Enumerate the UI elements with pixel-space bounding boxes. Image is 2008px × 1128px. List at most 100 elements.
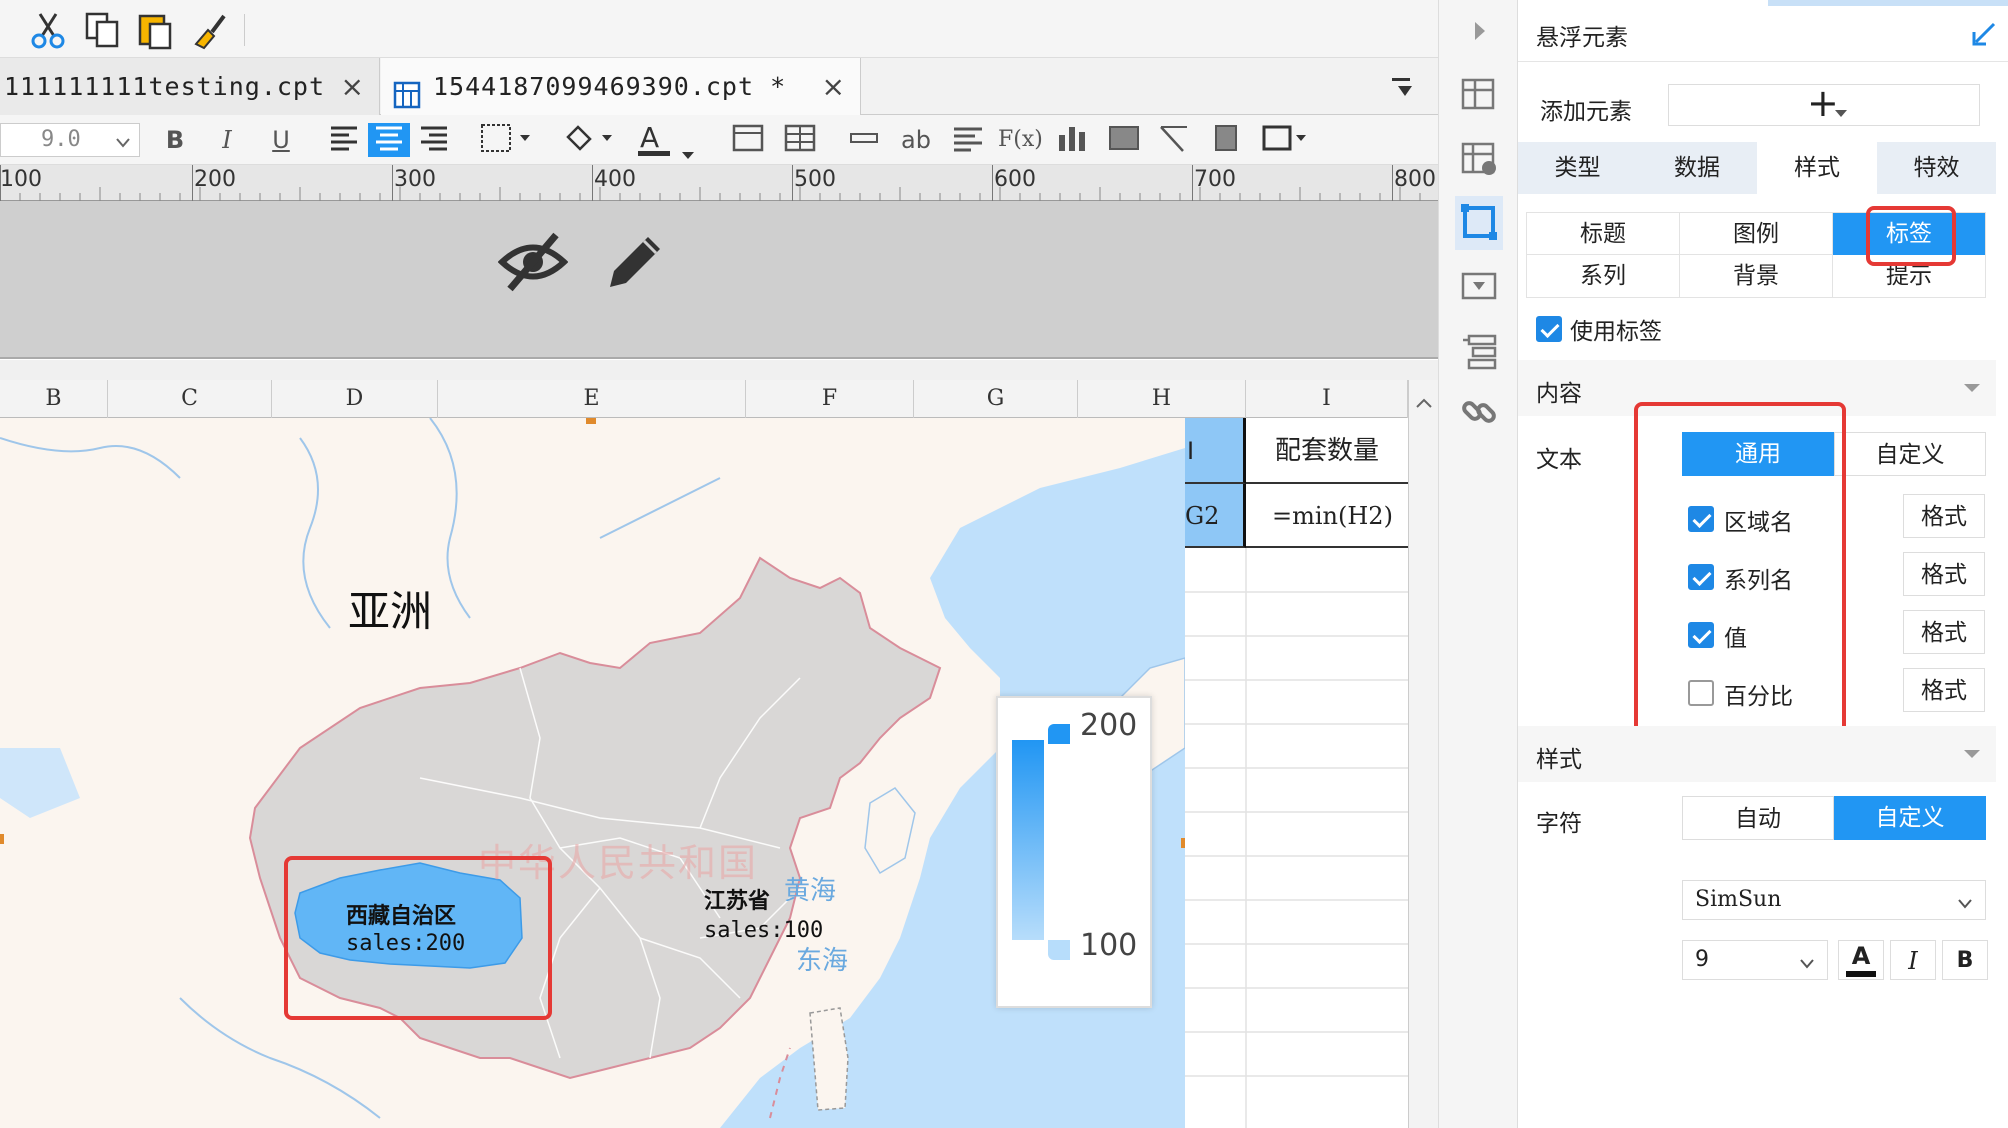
tab-menu-icon[interactable] [1390, 74, 1416, 100]
cut-icon[interactable] [28, 10, 68, 50]
text-mode-custom[interactable]: 自定义 [1834, 432, 1986, 476]
chevron-right-icon[interactable] [1459, 16, 1499, 56]
paste-icon[interactable] [136, 10, 176, 50]
hierarchy-icon[interactable] [1459, 330, 1499, 370]
main-tabs: 类型 数据 样式 特效 [1518, 142, 1996, 194]
subreport-icon[interactable] [1206, 123, 1246, 157]
add-element-button[interactable]: + [1668, 81, 1980, 126]
tab-type[interactable]: 类型 [1518, 146, 1637, 190]
close-icon[interactable]: × [822, 58, 846, 115]
font-color-button[interactable]: A [1838, 940, 1884, 980]
align-left-icon[interactable] [324, 123, 364, 157]
font-family-value: SimSun [1695, 887, 1782, 912]
italic-button[interactable]: I [1890, 940, 1936, 980]
tab-effect[interactable]: 特效 [1877, 146, 1996, 190]
cell-i1[interactable]: 配套数量 [1246, 418, 1408, 484]
resize-handle[interactable] [0, 834, 4, 844]
highlight-box-content [1634, 402, 1846, 738]
panel-title: 悬浮元素 [1536, 25, 1628, 51]
column-header-e[interactable]: E [438, 380, 746, 418]
close-icon[interactable]: × [341, 58, 365, 115]
font-size-select[interactable]: 9.0 [0, 123, 140, 157]
image-icon[interactable] [1104, 123, 1144, 157]
format-button[interactable]: 格式 [1903, 494, 1985, 538]
edit-pencil-icon[interactable] [602, 229, 668, 295]
format-brush-icon[interactable] [190, 10, 230, 50]
panel-progress-strip [1768, 0, 2008, 6]
style-section-header[interactable]: 样式 [1518, 726, 1996, 782]
sub-tab-legend[interactable]: 图例 [1680, 213, 1833, 255]
float-element-icon[interactable] [1455, 196, 1503, 250]
legend-handle-top[interactable] [1048, 724, 1070, 744]
chart-icon[interactable] [1052, 123, 1092, 157]
column-header-g[interactable]: G [914, 380, 1078, 418]
cell-h1[interactable]: I [1185, 418, 1246, 484]
font-size-select[interactable]: 9 [1682, 940, 1828, 980]
underline-button[interactable]: U [266, 123, 296, 157]
bold-button[interactable]: B [1942, 940, 1988, 980]
bold-button[interactable]: B [160, 123, 190, 157]
richtext-icon[interactable] [948, 123, 988, 157]
map-chart[interactable]: 亚洲 中华人民共和国 黄海 东海 西藏自治区 sales:200 江苏省 sal… [0, 418, 1185, 1128]
tab-cpt[interactable]: 1544187099469390.cpt * × [381, 58, 861, 115]
widget-icon[interactable] [1459, 266, 1499, 306]
column-header-b[interactable]: B [0, 380, 108, 418]
report-file-icon [393, 72, 421, 109]
collapse-arrow-icon[interactable] [1972, 20, 1998, 50]
cell-border-icon[interactable] [1258, 123, 1314, 157]
formula-button[interactable]: F(x) [998, 123, 1043, 157]
tab-testing[interactable]: 111111111testing.cpt × [0, 58, 380, 115]
use-label-checkbox[interactable] [1536, 316, 1562, 342]
legend-min-value: 100 [1080, 928, 1138, 963]
align-center-icon[interactable] [368, 123, 410, 157]
merge-cell-icon[interactable] [728, 123, 768, 157]
column-header-d[interactable]: D [272, 380, 438, 418]
column-header-c[interactable]: C [108, 380, 272, 418]
column-header-h[interactable]: H [1078, 380, 1246, 418]
column-header-i[interactable]: I [1246, 380, 1408, 418]
tab-style[interactable]: 样式 [1757, 142, 1877, 194]
sub-tab-title[interactable]: 标题 [1527, 213, 1680, 255]
cell-i2[interactable]: =min(H2) [1246, 484, 1408, 548]
legend-handle-bottom[interactable] [1048, 940, 1070, 960]
font-color-letter: A [640, 121, 660, 154]
format-button[interactable]: 格式 [1903, 610, 1985, 654]
chevron-up-icon[interactable] [1415, 394, 1433, 413]
vertical-scrollbar[interactable] [1408, 380, 1438, 1128]
resize-handle[interactable] [586, 418, 596, 424]
range-legend[interactable]: 200 100 [996, 696, 1152, 1008]
hide-eye-icon[interactable] [497, 229, 569, 295]
style-section-title: 样式 [1536, 747, 1582, 773]
font-color-swatch [1846, 971, 1876, 977]
ruler-label: 600 [994, 167, 1036, 192]
column-header-f[interactable]: F [746, 380, 914, 418]
slash-icon[interactable] [1154, 123, 1194, 157]
italic-button[interactable]: I [212, 123, 242, 157]
format-button[interactable]: 格式 [1903, 668, 1985, 712]
copy-icon[interactable] [82, 10, 122, 50]
format-button[interactable]: 格式 [1903, 552, 1985, 596]
chevron-down-icon [115, 134, 131, 153]
split-cell-icon[interactable] [780, 123, 820, 157]
align-right-icon[interactable] [414, 123, 454, 157]
char-mode-auto[interactable]: 自动 [1682, 796, 1834, 840]
sub-tab-series[interactable]: 系列 [1527, 255, 1680, 297]
font-family-select[interactable]: SimSun [1682, 880, 1986, 920]
property-panel: 悬浮元素 添加元素 + 类型 数据 样式 特效 标题 图例 标签 系列 背景 提… [1518, 0, 2008, 1128]
main-toolbar [0, 0, 1438, 58]
font-color-button[interactable]: A [634, 121, 700, 159]
fill-color-icon[interactable] [560, 123, 620, 157]
cell-attr-icon[interactable] [1459, 74, 1499, 114]
tab-data[interactable]: 数据 [1637, 146, 1757, 190]
cell-h2[interactable]: G2 [1185, 484, 1246, 548]
tab-label: 1544187099469390.cpt * [433, 72, 787, 101]
sub-tab-background[interactable]: 背景 [1680, 255, 1833, 297]
link-icon[interactable] [1459, 392, 1499, 432]
text-ab-button[interactable]: ab [896, 123, 936, 157]
content-section-title: 内容 [1536, 381, 1582, 407]
cell-element-icon[interactable] [1459, 138, 1499, 178]
floating-element-header [0, 201, 1438, 359]
border-icon[interactable] [478, 123, 538, 157]
text-field-icon[interactable] [846, 123, 882, 157]
char-mode-custom[interactable]: 自定义 [1834, 796, 1986, 840]
